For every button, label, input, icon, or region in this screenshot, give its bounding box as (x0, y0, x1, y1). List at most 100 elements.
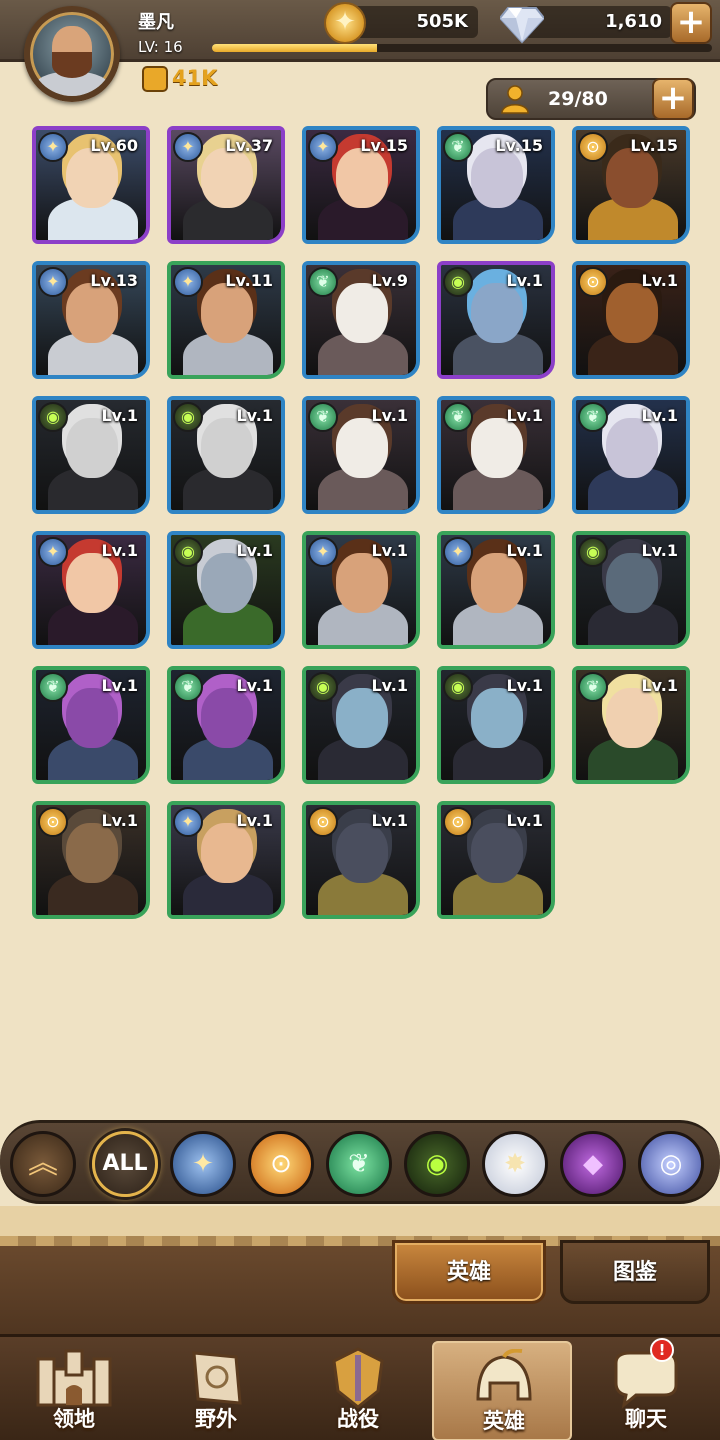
graveborn-faction-icon: ◉ (38, 402, 68, 432)
hero-level: Lv.1 (506, 406, 543, 425)
hero-head (471, 688, 523, 748)
hero-card[interactable]: ✦ Lv.1 (437, 531, 555, 649)
hero-card[interactable]: ✦ Lv.1 (167, 801, 285, 919)
filter-all-button[interactable]: ALL (92, 1131, 158, 1197)
hero-card[interactable]: ✦ Lv.13 (32, 261, 150, 379)
wilder-faction-icon: ❦ (443, 132, 473, 162)
nav-heroes[interactable]: 英雄 (432, 1341, 572, 1440)
hero-card[interactable]: ✦ Lv.1 (32, 531, 150, 649)
hero-level: Lv.1 (371, 541, 408, 560)
hero-card[interactable]: ◉ Lv.1 (167, 396, 285, 514)
hero-head (606, 148, 658, 208)
hero-head (201, 823, 253, 883)
hero-card[interactable]: ✦ Lv.1 (302, 531, 420, 649)
faction-filter-bar: ︽ ALL ✦ ⊙ ❦ ◉ ✸ ◆ ◎ (0, 1120, 720, 1204)
hero-card[interactable]: ❦ Lv.1 (167, 666, 285, 784)
nav-territory-label: 领地 (53, 1407, 95, 1431)
level-label: LV: (138, 38, 159, 56)
hero-level: Lv.1 (101, 811, 138, 830)
level-value: 16 (163, 38, 183, 56)
graveborn-faction-icon: ◉ (173, 537, 203, 567)
hero-card[interactable]: ◉ Lv.1 (302, 666, 420, 784)
hero-head (66, 823, 118, 883)
hero-card[interactable]: ❦ Lv.1 (572, 666, 690, 784)
hero-head (471, 418, 523, 478)
filter-celestial-icon[interactable]: ✸ (482, 1131, 548, 1197)
hero-level: Lv.1 (371, 811, 408, 830)
scroll-map-icon (192, 1351, 242, 1405)
player-avatar[interactable] (24, 6, 120, 102)
lightbearer-faction-icon: ✦ (38, 132, 68, 162)
tab-heroes[interactable]: 英雄 (392, 1240, 546, 1304)
nav-campaign[interactable]: 战役 (288, 1341, 428, 1440)
filter-mauler-icon[interactable]: ⊙ (248, 1131, 314, 1197)
hero-head (201, 688, 253, 748)
hero-card[interactable]: ❦ Lv.1 (572, 396, 690, 514)
wilder-faction-icon: ❦ (173, 672, 203, 702)
hero-level: Lv.1 (236, 541, 273, 560)
sort-up-button[interactable]: ︽ (10, 1131, 76, 1197)
hero-head (66, 418, 118, 478)
hero-card[interactable]: ◉ Lv.1 (167, 531, 285, 649)
hero-card[interactable]: ◉ Lv.1 (32, 396, 150, 514)
hero-head (471, 553, 523, 613)
wilder-faction-icon: ❦ (578, 672, 608, 702)
graveborn-faction-icon: ◉ (308, 672, 338, 702)
tab-heroes-label: 英雄 (446, 1260, 491, 1285)
hero-head (66, 283, 118, 343)
chat-bubble-icon (614, 1351, 678, 1409)
hero-level: Lv.1 (641, 541, 678, 560)
filter-hypogean-icon[interactable]: ◆ (560, 1131, 626, 1197)
hero-card[interactable]: ⊙ Lv.1 (437, 801, 555, 919)
hero-card[interactable]: ⊙ Lv.1 (32, 801, 150, 919)
tab-codex[interactable]: 图鉴 (560, 1240, 710, 1304)
player-name: 墨凡 (138, 12, 174, 33)
nav-wilds[interactable]: 野外 (146, 1341, 286, 1440)
hero-card[interactable]: ✦ Lv.37 (167, 126, 285, 244)
hero-level: Lv.1 (236, 811, 273, 830)
hero-level: Lv.1 (506, 271, 543, 290)
hero-level: Lv.1 (506, 676, 543, 695)
nav-chat[interactable]: 聊天 (576, 1341, 716, 1440)
hero-card[interactable]: ◉ Lv.1 (437, 666, 555, 784)
mauler-faction-icon: ⊙ (443, 807, 473, 837)
hero-card[interactable]: ✦ Lv.11 (167, 261, 285, 379)
lightbearer-faction-icon: ✦ (308, 537, 338, 567)
hero-card[interactable]: ❦ Lv.1 (302, 396, 420, 514)
hero-card[interactable]: ✦ Lv.15 (302, 126, 420, 244)
hero-level: Lv.1 (101, 406, 138, 425)
wilder-faction-icon: ❦ (38, 672, 68, 702)
lightbearer-faction-icon: ✦ (173, 807, 203, 837)
filter-dimensional-icon[interactable]: ◎ (638, 1131, 704, 1197)
hero-card[interactable]: ⊙ Lv.15 (572, 126, 690, 244)
lightbearer-faction-icon: ✦ (443, 537, 473, 567)
hero-card[interactable]: ❦ Lv.15 (437, 126, 555, 244)
xp-fill (212, 44, 377, 52)
diamond-icon (500, 7, 544, 44)
hero-head (66, 553, 118, 613)
hero-card[interactable]: ⊙ Lv.1 (572, 261, 690, 379)
hero-card[interactable]: ◉ Lv.1 (437, 261, 555, 379)
hero-head (336, 688, 388, 748)
hero-card[interactable]: ⊙ Lv.1 (302, 801, 420, 919)
wilder-faction-icon: ❦ (443, 402, 473, 432)
hero-card[interactable]: ◉ Lv.1 (572, 531, 690, 649)
hero-level: Lv.15 (495, 136, 543, 155)
buy-gems-button[interactable]: + (670, 2, 712, 44)
hero-head (66, 148, 118, 208)
hero-head (336, 148, 388, 208)
hero-level: Lv.15 (630, 136, 678, 155)
nav-wilds-label: 野外 (195, 1407, 237, 1431)
nav-territory[interactable]: 领地 (4, 1341, 144, 1440)
hero-card[interactable]: ❦ Lv.1 (437, 396, 555, 514)
hero-level: Lv.1 (641, 271, 678, 290)
mauler-faction-icon: ⊙ (308, 807, 338, 837)
hero-card[interactable]: ❦ Lv.9 (302, 261, 420, 379)
filter-lightbearer-icon[interactable]: ✦ (170, 1131, 236, 1197)
expand-roster-button[interactable]: + (652, 78, 694, 120)
hero-card[interactable]: ❦ Lv.1 (32, 666, 150, 784)
filter-wilder-icon[interactable]: ❦ (326, 1131, 392, 1197)
hero-level: Lv.9 (371, 271, 408, 290)
hero-card[interactable]: ✦ Lv.60 (32, 126, 150, 244)
filter-graveborn-icon[interactable]: ◉ (404, 1131, 470, 1197)
